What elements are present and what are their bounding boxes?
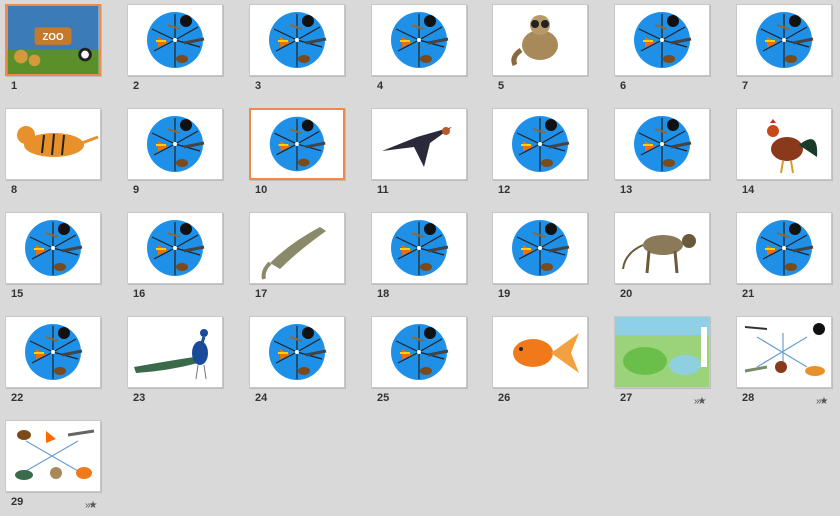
slide-thumbnail-18[interactable]: 18 [371, 212, 467, 308]
slide-number: 29 [11, 496, 24, 508]
slide-number: 9 [133, 184, 140, 196]
slide-number: 25 [377, 392, 390, 404]
slide-thumbnail-16[interactable]: 16 [127, 212, 223, 308]
slide-thumbnail-5[interactable]: 5 [492, 4, 588, 100]
slide-thumbnail-23[interactable]: 23 [127, 316, 223, 412]
slide-number: 17 [255, 288, 268, 300]
slide-preview-wheel[interactable] [371, 212, 467, 284]
slide-thumbnail-10[interactable]: 10 [249, 108, 345, 204]
slide-thumbnail-15[interactable]: 15 [5, 212, 101, 308]
slide-number: 15 [11, 288, 24, 300]
slide-thumbnail-6[interactable]: 6 [614, 4, 710, 100]
slide-preview-lemur[interactable] [492, 4, 588, 76]
slide-number: 11 [377, 184, 389, 196]
slide-preview-wheel[interactable] [614, 4, 710, 76]
slide-preview-rooster[interactable] [736, 108, 832, 180]
slide-number: 12 [498, 184, 511, 196]
slide-preview-wheel[interactable] [371, 316, 467, 388]
slide-thumbnail-11[interactable]: 11 [371, 108, 467, 204]
slide-preview-crocodile[interactable] [249, 212, 345, 284]
slide-thumbnail-2[interactable]: 2 [127, 4, 223, 100]
slide-number: 18 [377, 288, 390, 300]
slide-number: 21 [742, 288, 755, 300]
slide-number: 4 [377, 80, 384, 92]
slide-preview-wheel[interactable] [249, 316, 345, 388]
slide-thumbnail-27[interactable]: 27 »★ [614, 316, 710, 412]
svg-text:ZOO: ZOO [42, 32, 63, 43]
slide-thumbnail-22[interactable]: 22 [5, 316, 101, 412]
slide-thumbnail-12[interactable]: 12 [492, 108, 588, 204]
slide-preview-peacock[interactable] [127, 316, 223, 388]
slide-thumbnail-25[interactable]: 25 [371, 316, 467, 412]
slide-preview-goldfish[interactable] [492, 316, 588, 388]
slide-number: 6 [620, 80, 627, 92]
slide-thumbnail-28[interactable]: 28 »★ [736, 316, 832, 412]
slide-preview-matching-animals[interactable] [736, 316, 832, 388]
slide-number: 23 [133, 392, 146, 404]
slide-number: 16 [133, 288, 146, 300]
slide-number: 24 [255, 392, 268, 404]
slide-thumbnail-4[interactable]: 4 [371, 4, 467, 100]
slide-preview-zoo-title[interactable]: ZOO [5, 4, 101, 76]
slide-preview-wheel[interactable] [249, 108, 345, 180]
slide-thumbnail-9[interactable]: 9 [127, 108, 223, 204]
slide-number: 28 [742, 392, 755, 404]
slide-sorter-grid: ZOO 1 2 3 4 5 6 7 8 9 10 11 12 13 14 15 … [0, 0, 840, 514]
star-icon[interactable]: »★ [816, 396, 828, 407]
slide-preview-wheel[interactable] [736, 4, 832, 76]
star-icon[interactable]: »★ [85, 500, 97, 511]
slide-number: 2 [133, 80, 140, 92]
slide-preview-wheel[interactable] [492, 108, 588, 180]
slide-thumbnail-24[interactable]: 24 [249, 316, 345, 412]
slide-preview-wheel[interactable] [127, 108, 223, 180]
slide-thumbnail-1[interactable]: ZOO 1 [5, 4, 101, 100]
slide-number: 19 [498, 288, 511, 300]
slide-preview-wheel[interactable] [614, 108, 710, 180]
slide-preview-matching-mixed[interactable] [5, 420, 101, 492]
slide-number: 3 [255, 80, 262, 92]
slide-number: 5 [498, 80, 505, 92]
slide-number: 27 [620, 392, 633, 404]
slide-preview-monkey[interactable] [614, 212, 710, 284]
slide-preview-wheel[interactable] [127, 212, 223, 284]
slide-thumbnail-29[interactable]: 29 »★ [5, 420, 101, 516]
slide-number: 13 [620, 184, 633, 196]
slide-thumbnail-20[interactable]: 20 [614, 212, 710, 308]
slide-thumbnail-14[interactable]: 14 [736, 108, 832, 204]
slide-thumbnail-8[interactable]: 8 [5, 108, 101, 204]
slide-thumbnail-3[interactable]: 3 [249, 4, 345, 100]
slide-preview-wheel[interactable] [371, 4, 467, 76]
slide-number: 1 [11, 80, 18, 92]
slide-thumbnail-19[interactable]: 19 [492, 212, 588, 308]
slide-preview-wheel[interactable] [249, 4, 345, 76]
slide-preview-wheel[interactable] [492, 212, 588, 284]
slide-preview-map-scene[interactable] [614, 316, 710, 388]
slide-number: 7 [742, 80, 749, 92]
slide-number: 26 [498, 392, 511, 404]
slide-number: 14 [742, 184, 755, 196]
slide-preview-wheel[interactable] [5, 212, 101, 284]
slide-preview-swallow[interactable] [371, 108, 467, 180]
slide-preview-wheel[interactable] [736, 212, 832, 284]
slide-thumbnail-7[interactable]: 7 [736, 4, 832, 100]
slide-number: 22 [11, 392, 24, 404]
slide-thumbnail-13[interactable]: 13 [614, 108, 710, 204]
slide-number: 8 [11, 184, 18, 196]
star-icon[interactable]: »★ [694, 396, 706, 407]
slide-number: 10 [255, 184, 268, 196]
slide-thumbnail-17[interactable]: 17 [249, 212, 345, 308]
slide-preview-tiger[interactable] [5, 108, 101, 180]
slide-preview-wheel[interactable] [5, 316, 101, 388]
slide-number: 20 [620, 288, 633, 300]
slide-thumbnail-26[interactable]: 26 [492, 316, 588, 412]
slide-thumbnail-21[interactable]: 21 [736, 212, 832, 308]
slide-preview-wheel[interactable] [127, 4, 223, 76]
